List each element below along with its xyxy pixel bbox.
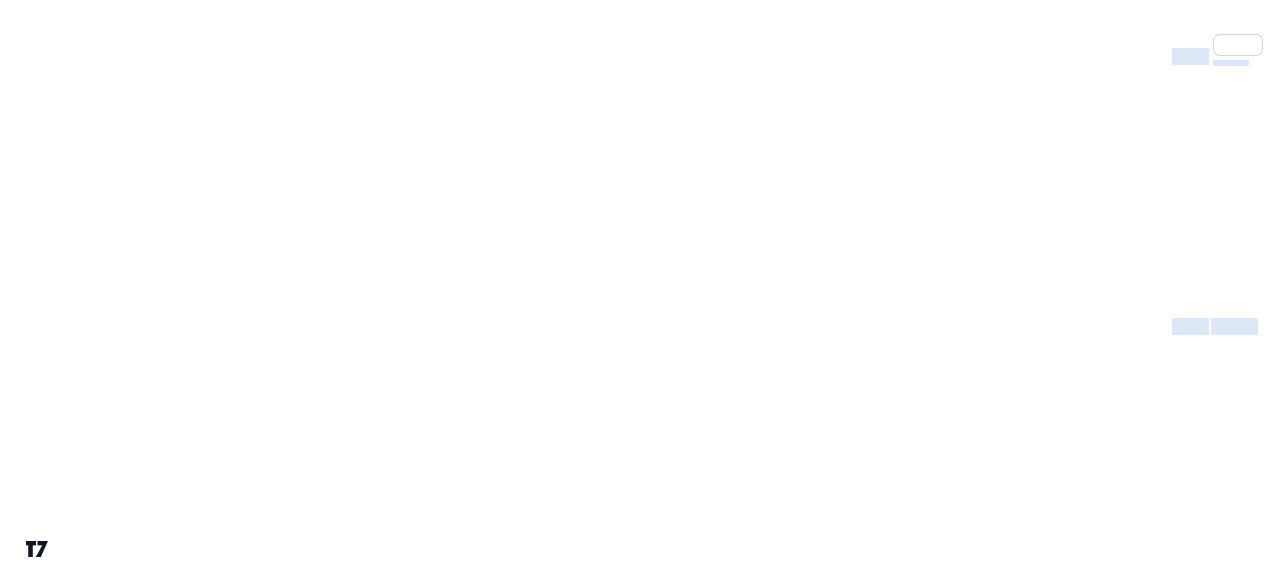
ohlc-legend[interactable] bbox=[14, 36, 38, 51]
macd-legend[interactable] bbox=[18, 429, 41, 443]
clipped-high-price-label bbox=[1213, 60, 1249, 66]
chart-canvas[interactable] bbox=[0, 0, 1273, 568]
currency-toggle-button[interactable] bbox=[1213, 34, 1263, 56]
tradingview-logo-icon bbox=[26, 541, 48, 557]
range-low-label bbox=[1172, 318, 1209, 335]
range-low-value bbox=[1211, 318, 1258, 335]
tradingview-logo[interactable] bbox=[25, 540, 56, 558]
rsi-legend[interactable] bbox=[16, 344, 39, 358]
ao-legend[interactable] bbox=[18, 466, 25, 480]
range-high-label bbox=[1172, 48, 1209, 65]
sma-legend[interactable] bbox=[14, 52, 20, 67]
chart-window bbox=[0, 0, 1273, 568]
